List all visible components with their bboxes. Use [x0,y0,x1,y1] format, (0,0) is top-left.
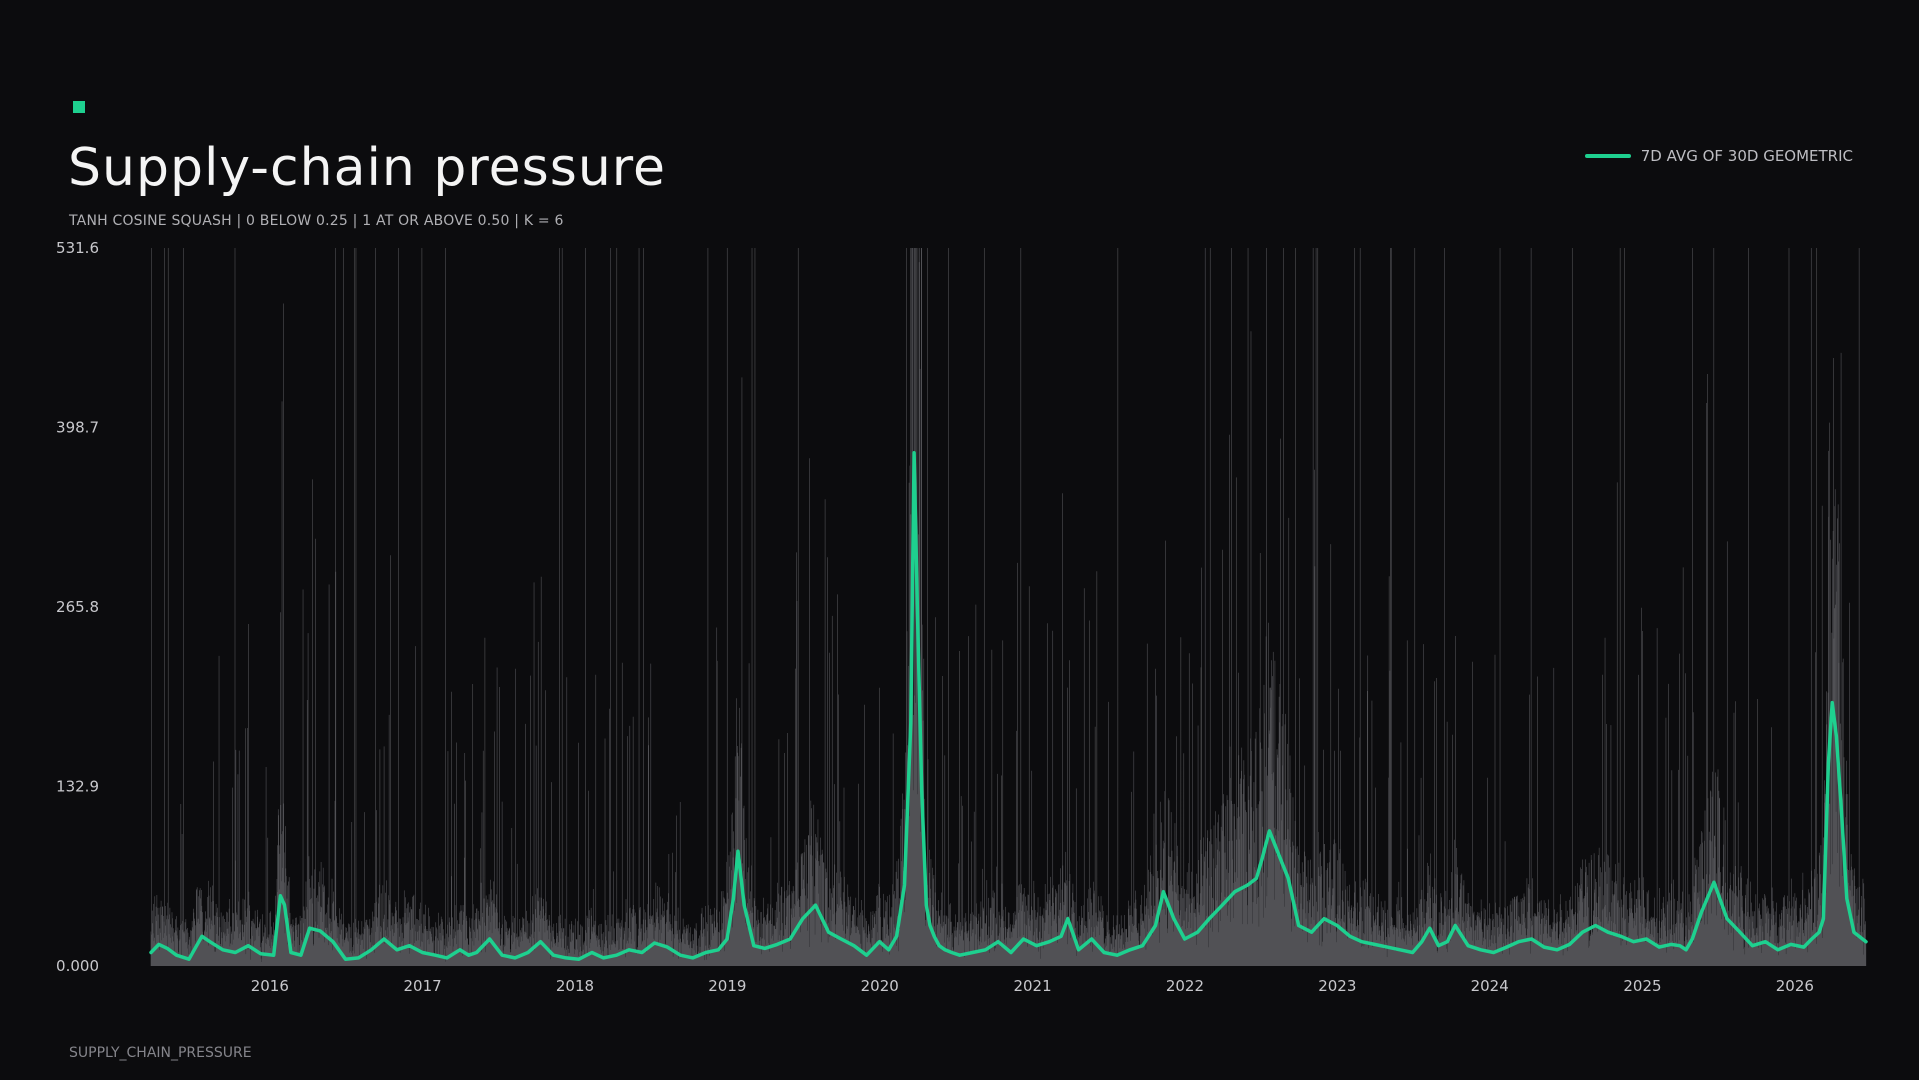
y-tick-label: 398.7 [56,419,99,437]
series-line-layer [149,451,1868,961]
y-axis: 0.000 132.9 265.8 398.7 531.6 [56,239,99,975]
x-tick-label: 2020 [861,977,899,995]
x-tick-label: 2024 [1471,977,1509,995]
y-tick-label: 265.8 [56,598,99,616]
x-tick-label: 2022 [1166,977,1204,995]
x-tick-label: 2016 [251,977,289,995]
x-tick-label: 2023 [1318,977,1356,995]
chart-plot: 0.000132.9265.8398.7531.6 2016 2017 2018 20… [56,239,1868,995]
y-tick-label: 132.9 [56,778,99,796]
x-tick-label: 2026 [1776,977,1814,995]
y-tick-label: 531.6 [56,239,99,257]
y-tick-label: 0.000 [56,957,99,975]
chart-footer: SUPPLY_CHAIN_PRESSURE [69,1045,252,1061]
x-tick-label: 2018 [556,977,594,995]
x-tick-label: 2017 [404,977,442,995]
raw-value-spikes [150,248,1867,966]
raw-values-layer [150,248,1867,966]
x-tick-label: 2021 [1013,977,1051,995]
x-axis: 2016 2017 2018 2019 2020 2021 2022 2023 2024 2025… [251,977,1814,995]
x-tick-label: 2019 [708,977,746,995]
x-tick-label: 2025 [1623,977,1661,995]
series-line-7d-avg [149,451,1868,961]
